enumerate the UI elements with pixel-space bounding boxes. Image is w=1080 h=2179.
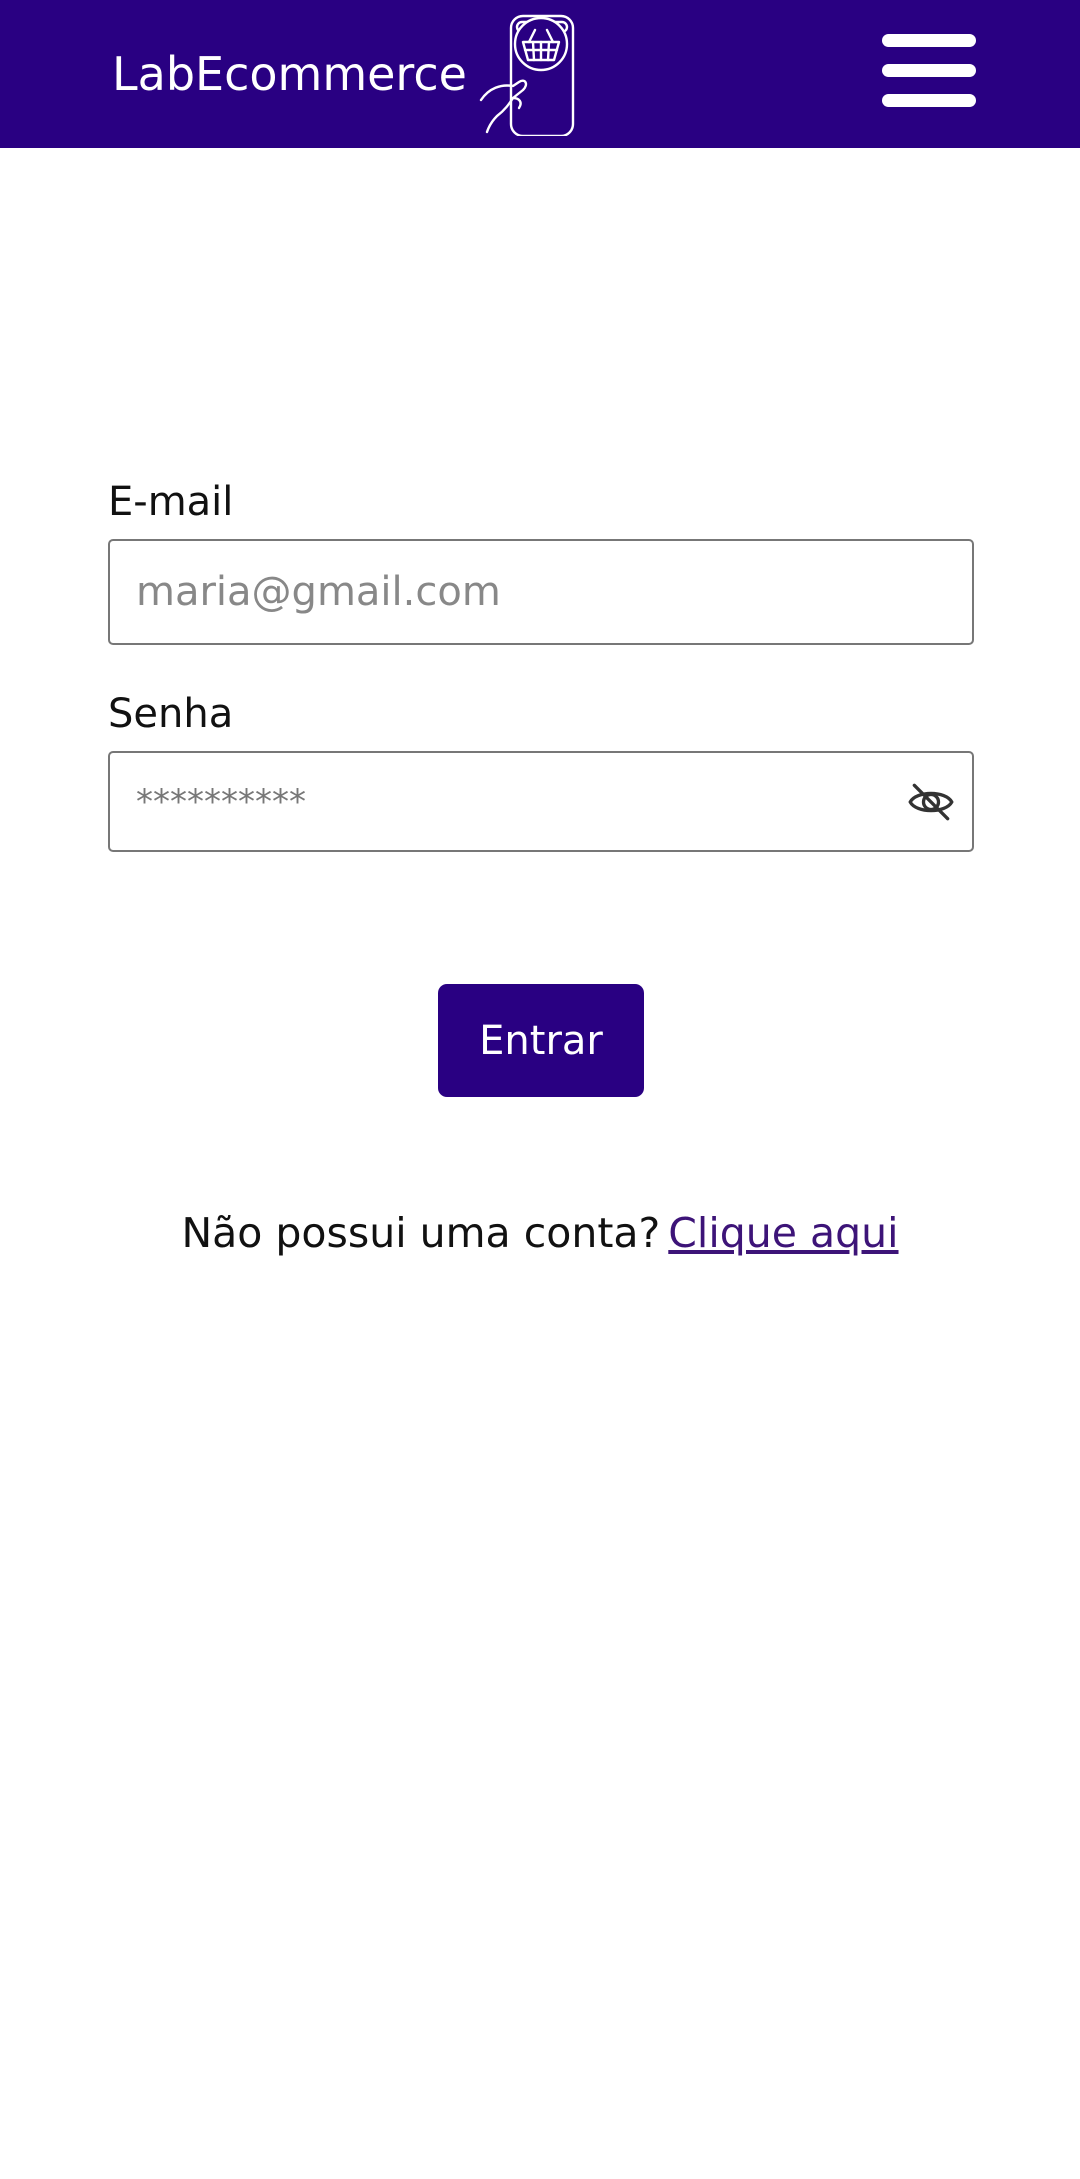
email-label: E-mail xyxy=(108,479,234,525)
password-label: Senha xyxy=(108,691,234,737)
eye-off-icon[interactable] xyxy=(906,777,956,827)
hamburger-menu-icon-bar xyxy=(882,94,976,107)
brand-name: LabEcommerce xyxy=(112,47,467,101)
hamburger-menu-icon-bar xyxy=(882,64,976,77)
signup-prompt: Não possui uma conta? xyxy=(181,1209,661,1257)
menu-button[interactable] xyxy=(882,34,976,108)
password-field[interactable] xyxy=(110,753,972,850)
email-field[interactable] xyxy=(110,541,972,643)
email-field-wrapper xyxy=(108,539,974,645)
hamburger-menu-icon xyxy=(882,34,976,47)
password-field-wrapper xyxy=(108,751,974,852)
app-header: LabEcommerce xyxy=(0,0,1080,148)
signup-prompt-row: Não possui uma conta? Clique aqui xyxy=(0,1205,1080,1261)
login-button[interactable]: Entrar xyxy=(438,984,644,1097)
brand[interactable]: LabEcommerce xyxy=(112,0,581,148)
basket-phone-icon xyxy=(479,14,575,136)
signup-link[interactable]: Clique aqui xyxy=(668,1209,898,1257)
